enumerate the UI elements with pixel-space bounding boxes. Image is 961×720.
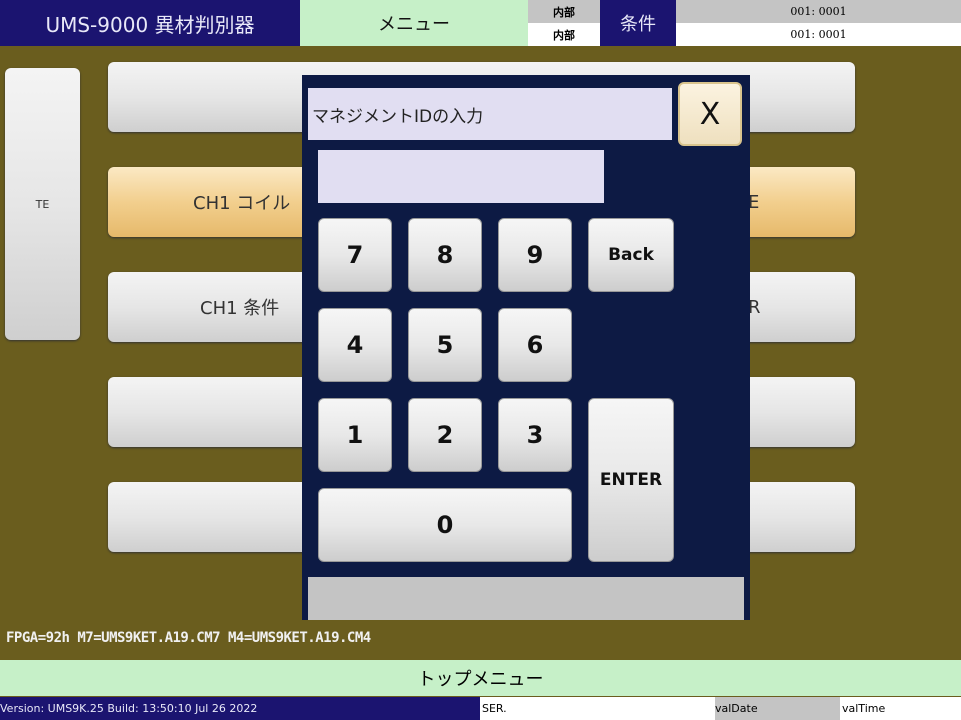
key-6[interactable]: 6 <box>498 308 572 382</box>
side-button[interactable]: TE <box>5 68 80 340</box>
key-8[interactable]: 8 <box>408 218 482 292</box>
back-button[interactable]: Back <box>588 218 674 292</box>
dialog-status-bar <box>308 577 744 620</box>
user-label: SER. <box>482 702 507 715</box>
top-menu-button[interactable]: トップメニュー <box>0 660 961 696</box>
key-7[interactable]: 7 <box>318 218 392 292</box>
key-2[interactable]: 2 <box>408 398 482 472</box>
close-button[interactable]: X <box>678 82 742 146</box>
value-top: 001: 0001 <box>676 0 961 23</box>
key-0[interactable]: 0 <box>318 488 572 562</box>
date-value: valDate <box>715 697 840 720</box>
version-info: Version: UMS9K.25 Build: 13:50:10 Jul 26… <box>0 697 480 720</box>
menu-button-label: CH1 コイル <box>193 193 291 214</box>
id-input[interactable] <box>318 150 604 203</box>
dialog-title: マネジメントIDの入力 <box>308 88 672 140</box>
app-title: UMS-9000 異材判別器 <box>0 0 300 46</box>
management-id-dialog: マネジメントIDの入力 X 7 8 9 Back 4 5 6 1 2 3 ENT… <box>302 75 750 620</box>
side-button-label: TE <box>35 197 50 211</box>
source-top: 内部 <box>528 0 600 23</box>
source-bottom: 内部 <box>528 23 600 46</box>
key-1[interactable]: 1 <box>318 398 392 472</box>
time-value: valTime <box>842 702 886 715</box>
value-bottom: 001: 0001 <box>676 23 961 46</box>
key-3[interactable]: 3 <box>498 398 572 472</box>
key-9[interactable]: 9 <box>498 218 572 292</box>
enter-button[interactable]: ENTER <box>588 398 674 562</box>
menu-button-label: CH1 条件 <box>200 298 280 319</box>
condition-label: 条件 <box>600 0 676 46</box>
key-4[interactable]: 4 <box>318 308 392 382</box>
menu-title: メニュー <box>300 0 528 46</box>
key-5[interactable]: 5 <box>408 308 482 382</box>
fpga-info: FPGA=92h M7=UMS9KET.A19.CM7 M4=UMS9KET.A… <box>6 630 371 646</box>
